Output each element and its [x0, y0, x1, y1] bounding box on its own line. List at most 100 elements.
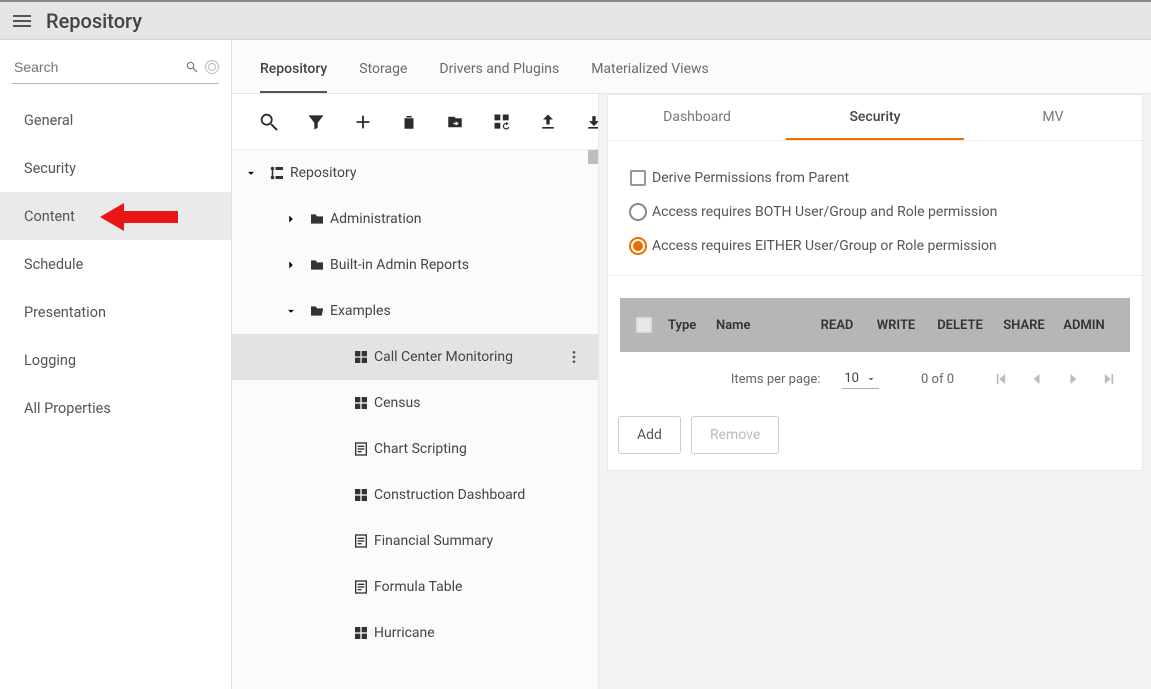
tree-node-item[interactable]: Formula Table	[232, 564, 598, 610]
remove-button[interactable]: Remove	[691, 416, 779, 454]
checkbox-icon[interactable]	[630, 170, 646, 186]
filter-icon[interactable]	[306, 111, 326, 133]
chevron-right-icon[interactable]	[284, 258, 302, 272]
sidebar-item-all-properties[interactable]: All Properties	[0, 384, 231, 432]
menu-icon[interactable]	[10, 9, 34, 33]
tree-node-item[interactable]: Construction Dashboard	[232, 472, 598, 518]
tree-node-label: Built-in Admin Reports	[330, 257, 469, 273]
dashboard-icon	[350, 395, 372, 411]
sidebar-item-general[interactable]: General	[0, 96, 231, 144]
option-label: Access requires BOTH User/Group and Role…	[652, 204, 997, 220]
tree-node-item[interactable]: Call Center Monitoring	[232, 334, 598, 380]
sidebar-item-security[interactable]: Security	[0, 144, 231, 192]
next-page-icon[interactable]	[1062, 368, 1084, 390]
tab-storage[interactable]: Storage	[359, 45, 407, 93]
chevron-right-icon[interactable]	[284, 212, 302, 226]
sidebar-item-label: Schedule	[24, 256, 83, 273]
dashboard-icon	[350, 625, 372, 641]
target-icon[interactable]	[205, 60, 219, 74]
col-delete[interactable]: DELETE	[926, 318, 994, 333]
prev-page-icon[interactable]	[1026, 368, 1048, 390]
col-read[interactable]: READ	[808, 318, 866, 333]
derive-permissions-checkbox[interactable]: Derive Permissions from Parent	[624, 161, 1130, 195]
more-icon[interactable]	[564, 347, 584, 367]
permission-buttons: Add Remove	[608, 402, 1142, 470]
scrollbar-thumb[interactable]	[588, 150, 598, 164]
add-icon[interactable]	[352, 111, 374, 133]
search-icon[interactable]	[185, 60, 199, 74]
tree-node-root[interactable]: Repository	[232, 150, 598, 196]
folder-icon	[306, 257, 328, 273]
tree-node-label: Administration	[330, 211, 421, 227]
worksheet-icon	[350, 533, 372, 549]
dashboard-icon	[350, 487, 372, 503]
repository-tree[interactable]: Repository Administration Built-in Admin…	[232, 150, 598, 689]
sidebar-item-label: Content	[24, 208, 75, 225]
refresh-dashboard-icon[interactable]	[492, 111, 512, 133]
col-type[interactable]: Type	[668, 318, 716, 333]
tab-security[interactable]: Security	[786, 95, 964, 140]
tree-node-label: Examples	[330, 303, 391, 319]
tree-node-folder[interactable]: Built-in Admin Reports	[232, 242, 598, 288]
detail-card: Dashboard Security MV Derive Permissions…	[607, 94, 1143, 471]
tree-node-label: Census	[374, 395, 420, 411]
worksheet-icon	[350, 441, 372, 457]
tree-node-label: Hurricane	[374, 625, 435, 641]
tab-repository[interactable]: Repository	[260, 45, 327, 93]
sidebar-item-label: Security	[24, 160, 76, 177]
tree-node-item[interactable]: Census	[232, 380, 598, 426]
folder-icon	[306, 211, 328, 227]
col-name[interactable]: Name	[716, 318, 808, 333]
first-page-icon[interactable]	[990, 368, 1012, 390]
tab-drivers-plugins[interactable]: Drivers and Plugins	[439, 45, 559, 93]
select-all-checkbox[interactable]	[636, 317, 652, 333]
search-field[interactable]	[12, 50, 219, 84]
pager-label: Items per page:	[731, 372, 821, 387]
repository-icon	[266, 164, 288, 182]
radio-checked-icon[interactable]	[629, 237, 647, 255]
page-size-select[interactable]: 10	[842, 369, 879, 389]
main-tabs: Repository Storage Drivers and Plugins M…	[232, 40, 1151, 94]
page-size-value: 10	[844, 371, 859, 386]
tree-node-label: Call Center Monitoring	[374, 349, 513, 365]
col-admin[interactable]: ADMIN	[1054, 318, 1114, 333]
sidebar-item-label: General	[24, 112, 73, 129]
tree-node-folder[interactable]: Examples	[232, 288, 598, 334]
repo-toolbar	[232, 94, 598, 150]
detail-tabs: Dashboard Security MV	[608, 95, 1142, 141]
tree-node-item[interactable]: Hurricane	[232, 610, 598, 656]
page-title: Repository	[46, 9, 142, 33]
sidebar-item-schedule[interactable]: Schedule	[0, 240, 231, 288]
sidebar-item-content[interactable]: Content	[0, 192, 231, 240]
last-page-icon[interactable]	[1098, 368, 1120, 390]
pager-range: 0 of 0	[921, 372, 954, 387]
access-both-radio[interactable]: Access requires BOTH User/Group and Role…	[624, 195, 1130, 229]
chevron-down-icon	[865, 373, 877, 385]
sidebar-item-label: All Properties	[24, 400, 111, 417]
tree-node-label: Formula Table	[374, 579, 462, 595]
access-either-radio[interactable]: Access requires EITHER User/Group or Rol…	[624, 229, 1130, 263]
repository-panel: Repository Storage Drivers and Plugins M…	[232, 40, 598, 689]
col-write[interactable]: WRITE	[866, 318, 926, 333]
sidebar-item-logging[interactable]: Logging	[0, 336, 231, 384]
tree-node-item[interactable]: Chart Scripting	[232, 426, 598, 472]
sidebar-item-presentation[interactable]: Presentation	[0, 288, 231, 336]
tab-dashboard[interactable]: Dashboard	[608, 95, 786, 140]
delete-icon[interactable]	[400, 111, 418, 133]
tree-node-item[interactable]: Financial Summary	[232, 518, 598, 564]
move-icon[interactable]	[444, 111, 466, 133]
chevron-down-icon[interactable]	[244, 166, 262, 180]
table-header: Type Name READ WRITE DELETE SHARE ADMIN	[620, 298, 1130, 352]
tab-mv[interactable]: MV	[964, 95, 1142, 140]
upload-icon[interactable]	[538, 111, 558, 133]
tree-node-folder[interactable]: Administration	[232, 196, 598, 242]
col-share[interactable]: SHARE	[994, 318, 1054, 333]
tree-node-label: Repository	[290, 165, 356, 181]
chevron-down-icon[interactable]	[284, 304, 302, 318]
radio-icon[interactable]	[629, 203, 647, 221]
add-button[interactable]: Add	[618, 416, 681, 454]
search-icon[interactable]	[258, 111, 280, 133]
permission-options: Derive Permissions from Parent Access re…	[608, 141, 1142, 276]
folder-open-icon	[306, 303, 328, 319]
tab-materialized-views[interactable]: Materialized Views	[591, 45, 709, 93]
